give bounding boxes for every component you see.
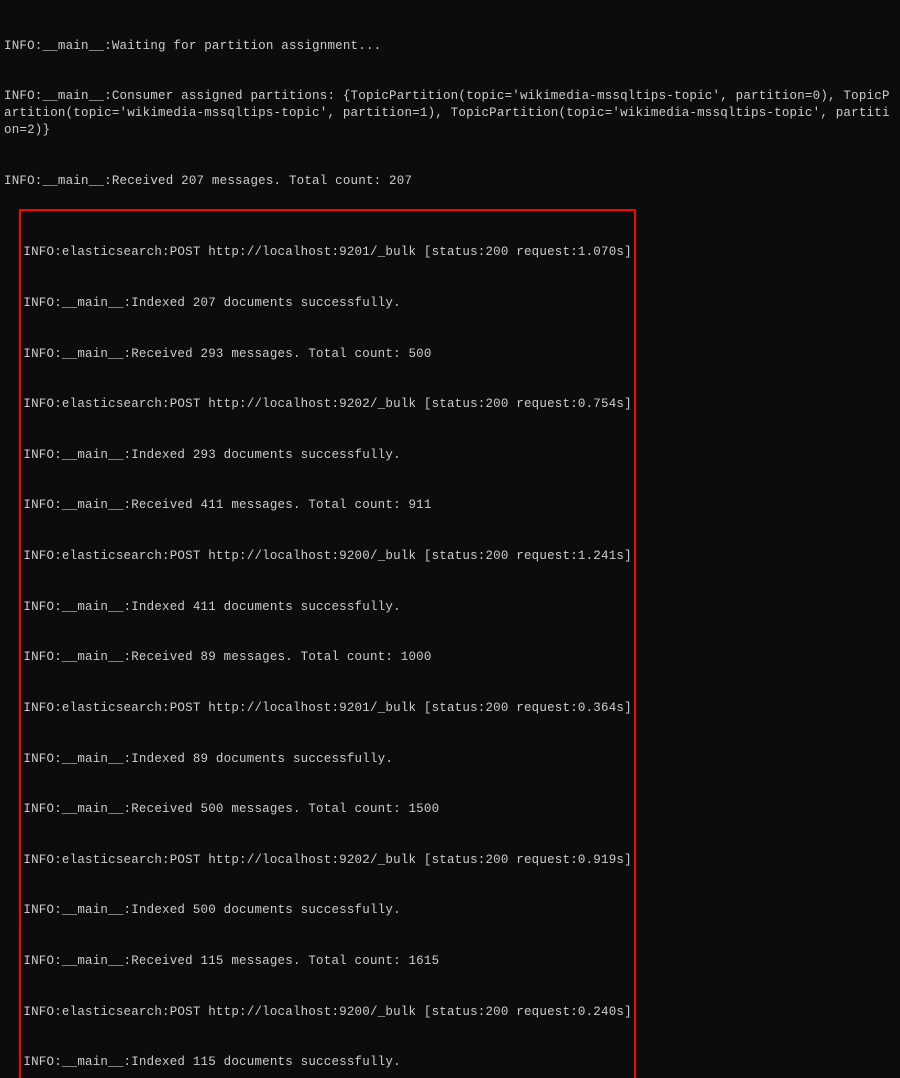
log-line: INFO:__main__:Received 89 messages. Tota… xyxy=(21,649,633,666)
log-line: INFO:elasticsearch:POST http://localhost… xyxy=(21,396,633,413)
log-line: INFO:__main__:Received 207 messages. Tot… xyxy=(4,173,896,190)
log-line: INFO:elasticsearch:POST http://localhost… xyxy=(21,852,633,869)
log-line: INFO:elasticsearch:POST http://localhost… xyxy=(21,244,633,261)
log-line: INFO:__main__:Received 411 messages. Tot… xyxy=(21,497,633,514)
log-line: INFO:elasticsearch:POST http://localhost… xyxy=(21,700,633,717)
log-line: INFO:__main__:Indexed 411 documents succ… xyxy=(21,599,633,616)
log-line: INFO:elasticsearch:POST http://localhost… xyxy=(21,548,633,565)
highlighted-log-block: INFO:elasticsearch:POST http://localhost… xyxy=(19,209,635,1078)
log-line: INFO:__main__:Consumer assigned partitio… xyxy=(4,88,896,139)
log-line: INFO:elasticsearch:POST http://localhost… xyxy=(21,1004,633,1021)
terminal-output[interactable]: INFO:__main__:Waiting for partition assi… xyxy=(4,4,896,1078)
log-line: INFO:__main__:Indexed 115 documents succ… xyxy=(21,1054,633,1071)
log-line: INFO:__main__:Indexed 293 documents succ… xyxy=(21,447,633,464)
log-line: INFO:__main__:Indexed 207 documents succ… xyxy=(21,295,633,312)
log-line: INFO:__main__:Waiting for partition assi… xyxy=(4,38,896,55)
log-line: INFO:__main__:Indexed 500 documents succ… xyxy=(21,902,633,919)
log-line: INFO:__main__:Received 293 messages. Tot… xyxy=(21,346,633,363)
log-line: INFO:__main__:Indexed 89 documents succe… xyxy=(21,751,633,768)
log-line: INFO:__main__:Received 500 messages. Tot… xyxy=(21,801,633,818)
log-line: INFO:__main__:Received 115 messages. Tot… xyxy=(21,953,633,970)
